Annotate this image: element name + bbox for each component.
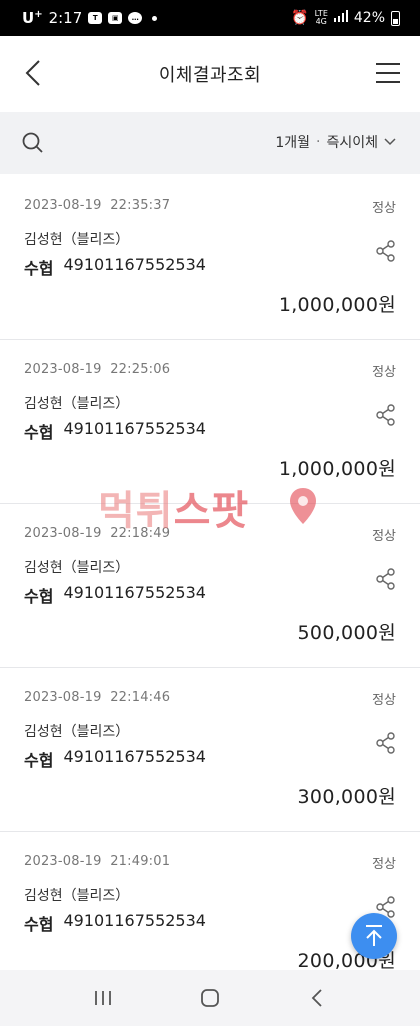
share-button[interactable]: [376, 404, 396, 426]
back-icon: [311, 989, 322, 1007]
recipient-name: 김성현（블리즈）: [24, 888, 130, 904]
bank-name: 수협: [24, 915, 54, 934]
account-number: 49101167552534: [63, 747, 206, 766]
clock: 2:17: [48, 9, 83, 27]
transaction-amount: 1,000,000원: [278, 294, 396, 316]
recipient-name: 김성현（블리즈）: [24, 724, 130, 740]
share-icon: [376, 240, 395, 262]
transaction-status: 정상: [372, 857, 396, 872]
recent-apps-icon: [95, 991, 112, 1005]
transaction-amount: 500,000원: [297, 622, 396, 644]
transaction-amount: 300,000원: [297, 786, 396, 808]
share-icon: [376, 568, 395, 590]
transaction-item[interactable]: 2023-08-19 22:18:49 정상 김성현（블리즈） 수협 49101…: [0, 504, 420, 668]
transaction-item[interactable]: 2023-08-19 22:14:46 정상 김성현（블리즈） 수협 49101…: [0, 668, 420, 832]
signal-icon: [333, 10, 348, 26]
recipient-account: 수협 49101167552534: [24, 747, 206, 771]
alarm-icon: ⏰: [291, 10, 309, 26]
home-button[interactable]: [190, 978, 230, 1018]
transaction-item[interactable]: 2023-08-19 22:35:37 정상 김성현（블리즈） 수협 49101…: [0, 176, 420, 340]
share-button[interactable]: [376, 568, 396, 590]
hamburger-line: [376, 63, 400, 65]
transaction-status: 정상: [372, 529, 396, 544]
account-number: 49101167552534: [63, 255, 206, 274]
menu-button[interactable]: [374, 60, 402, 86]
recipient-account: 수협 49101167552534: [24, 911, 206, 935]
home-icon: [201, 989, 219, 1007]
share-icon: [376, 404, 395, 426]
network-indicator: LTE 4G: [314, 9, 328, 26]
recipient-name: 김성현（블리즈）: [24, 560, 130, 576]
bank-name: 수협: [24, 423, 54, 442]
back-button[interactable]: [18, 58, 48, 88]
app-header: 이체결과조회: [0, 36, 420, 112]
carrier-label: U+: [22, 9, 43, 27]
recipient-account: 수협 49101167552534: [24, 583, 206, 607]
page-title: 이체결과조회: [158, 65, 262, 86]
bank-name: 수협: [24, 751, 54, 770]
scroll-to-top-button[interactable]: [351, 913, 397, 959]
transaction-datetime: 2023-08-19 22:25:06: [24, 362, 171, 377]
system-nav-bar: [0, 970, 420, 1026]
status-bar: U+ 2:17 T ▣ … ⏰ LTE 4G 42%: [0, 0, 420, 36]
bank-name: 수협: [24, 259, 54, 278]
recipient-name: 김성현（블리즈）: [24, 232, 130, 248]
share-icon: [376, 732, 395, 754]
recipient-name: 김성현（블리즈）: [24, 396, 130, 412]
share-button[interactable]: [376, 732, 396, 754]
transaction-datetime: 2023-08-19 22:35:37: [24, 198, 171, 213]
account-number: 49101167552534: [63, 419, 206, 438]
search-icon: [22, 132, 43, 153]
battery-percent: 42%: [353, 10, 385, 26]
filter-bar: 1개월 · 즉시이체: [0, 112, 420, 174]
hamburger-line: [376, 72, 400, 74]
image-icon: ▣: [108, 12, 123, 24]
share-button[interactable]: [376, 240, 396, 262]
account-number: 49101167552534: [63, 583, 206, 602]
transaction-list: 2023-08-19 22:35:37 정상 김성현（블리즈） 수협 49101…: [0, 176, 420, 996]
transaction-amount: 1,000,000원: [278, 458, 396, 480]
system-back-button[interactable]: [297, 978, 337, 1018]
transfer-type-label: 즉시이체: [326, 135, 378, 151]
transaction-status: 정상: [372, 201, 396, 216]
transaction-item[interactable]: 2023-08-19 22:25:06 정상 김성현（블리즈） 수협 49101…: [0, 340, 420, 504]
talk-icon: T: [88, 12, 103, 24]
battery-icon: [391, 10, 400, 26]
more-notifications-icon: [152, 15, 158, 21]
chat-icon: …: [128, 12, 143, 24]
transaction-status: 정상: [372, 693, 396, 708]
hamburger-line: [376, 81, 400, 83]
recipient-account: 수협 49101167552534: [24, 419, 206, 443]
filter-separator: ·: [316, 134, 321, 150]
recipient-account: 수협 49101167552534: [24, 255, 206, 279]
period-label: 1개월: [275, 135, 311, 151]
filter-dropdown[interactable]: 1개월 · 즉시이체: [275, 132, 396, 152]
bank-name: 수협: [24, 587, 54, 606]
recent-apps-button[interactable]: [83, 978, 123, 1018]
arrow-up-icon: [366, 925, 382, 946]
account-number: 49101167552534: [63, 911, 206, 930]
transaction-datetime: 2023-08-19 21:49:01: [24, 854, 171, 869]
chevron-down-icon: [384, 138, 396, 146]
chevron-left-icon: [25, 60, 40, 86]
search-button[interactable]: [22, 132, 44, 154]
transaction-datetime: 2023-08-19 22:14:46: [24, 690, 171, 705]
transaction-datetime: 2023-08-19 22:18:49: [24, 526, 171, 541]
transaction-status: 정상: [372, 365, 396, 380]
